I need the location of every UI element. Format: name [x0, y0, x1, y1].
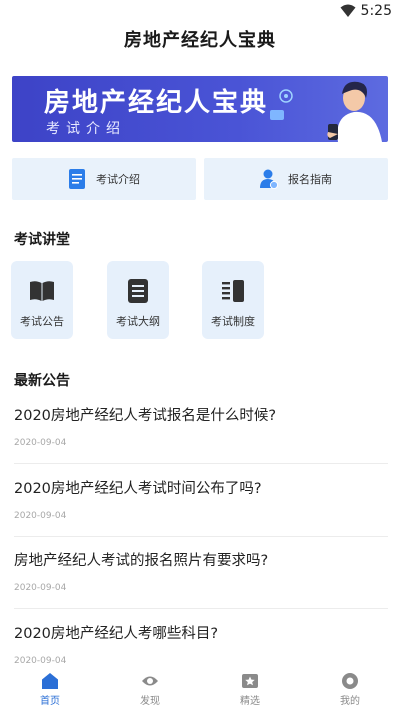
person-illustration-icon: [270, 81, 382, 142]
tile-exam-announcement[interactable]: 考试公告: [11, 261, 73, 339]
news-date: 2020-09-04: [14, 438, 67, 448]
news-title: 房地产经纪人考试的报名照片有要求吗?: [14, 553, 269, 569]
news-title: 2020房地产经纪人考试报名是什么时候?: [14, 408, 277, 424]
book-icon: [30, 281, 54, 301]
news-title: 2020房地产经纪人考哪些科目?: [14, 626, 219, 642]
star-badge-icon: [242, 674, 258, 688]
registration-guide-card[interactable]: 报名指南: [204, 158, 388, 200]
wifi-icon: [340, 4, 356, 17]
news-date: 2020-09-04: [14, 656, 67, 666]
document-icon: [69, 169, 85, 189]
tile-label: 考试大纲: [116, 315, 160, 328]
rules-icon: [222, 280, 244, 302]
tab-label: 首页: [40, 696, 60, 707]
tile-label: 考试制度: [211, 315, 255, 328]
status-bar: 5:25: [0, 0, 400, 24]
banner-subtitle: 考试介绍: [46, 121, 126, 137]
tab-featured[interactable]: 精选: [220, 666, 280, 711]
user-badge-icon: [260, 169, 278, 189]
divider: [14, 608, 388, 609]
section-title-lectures: 考试讲堂: [14, 232, 70, 248]
exam-intro-card[interactable]: 考试介绍: [12, 158, 196, 200]
divider: [14, 536, 388, 537]
bottom-tab-bar: 首页 发现 精选 我的: [0, 666, 400, 711]
registration-guide-label: 报名指南: [288, 173, 332, 186]
hero-banner[interactable]: 房地产经纪人宝典 考试介绍: [12, 76, 388, 142]
news-title: 2020房地产经纪人考试时间公布了吗?: [14, 481, 262, 497]
outline-icon: [128, 279, 148, 303]
tile-exam-system[interactable]: 考试制度: [202, 261, 264, 339]
tile-exam-outline[interactable]: 考试大纲: [107, 261, 169, 339]
profile-icon: [342, 673, 358, 689]
eye-icon: [142, 676, 158, 686]
tab-home[interactable]: 首页: [20, 666, 80, 711]
tab-discover[interactable]: 发现: [120, 666, 180, 711]
home-icon: [42, 673, 58, 689]
page-title: 房地产经纪人宝典: [124, 30, 276, 51]
tab-label: 我的: [340, 696, 360, 707]
tab-label: 发现: [140, 696, 160, 707]
tile-label: 考试公告: [20, 315, 64, 328]
banner-title: 房地产经纪人宝典: [44, 88, 269, 118]
tab-label: 精选: [240, 696, 260, 707]
news-date: 2020-09-04: [14, 583, 67, 593]
tab-profile[interactable]: 我的: [320, 666, 380, 711]
status-time: 5:25: [360, 3, 392, 19]
exam-intro-label: 考试介绍: [96, 173, 140, 186]
news-date: 2020-09-04: [14, 511, 67, 521]
divider: [14, 463, 388, 464]
section-title-news: 最新公告: [14, 373, 70, 389]
